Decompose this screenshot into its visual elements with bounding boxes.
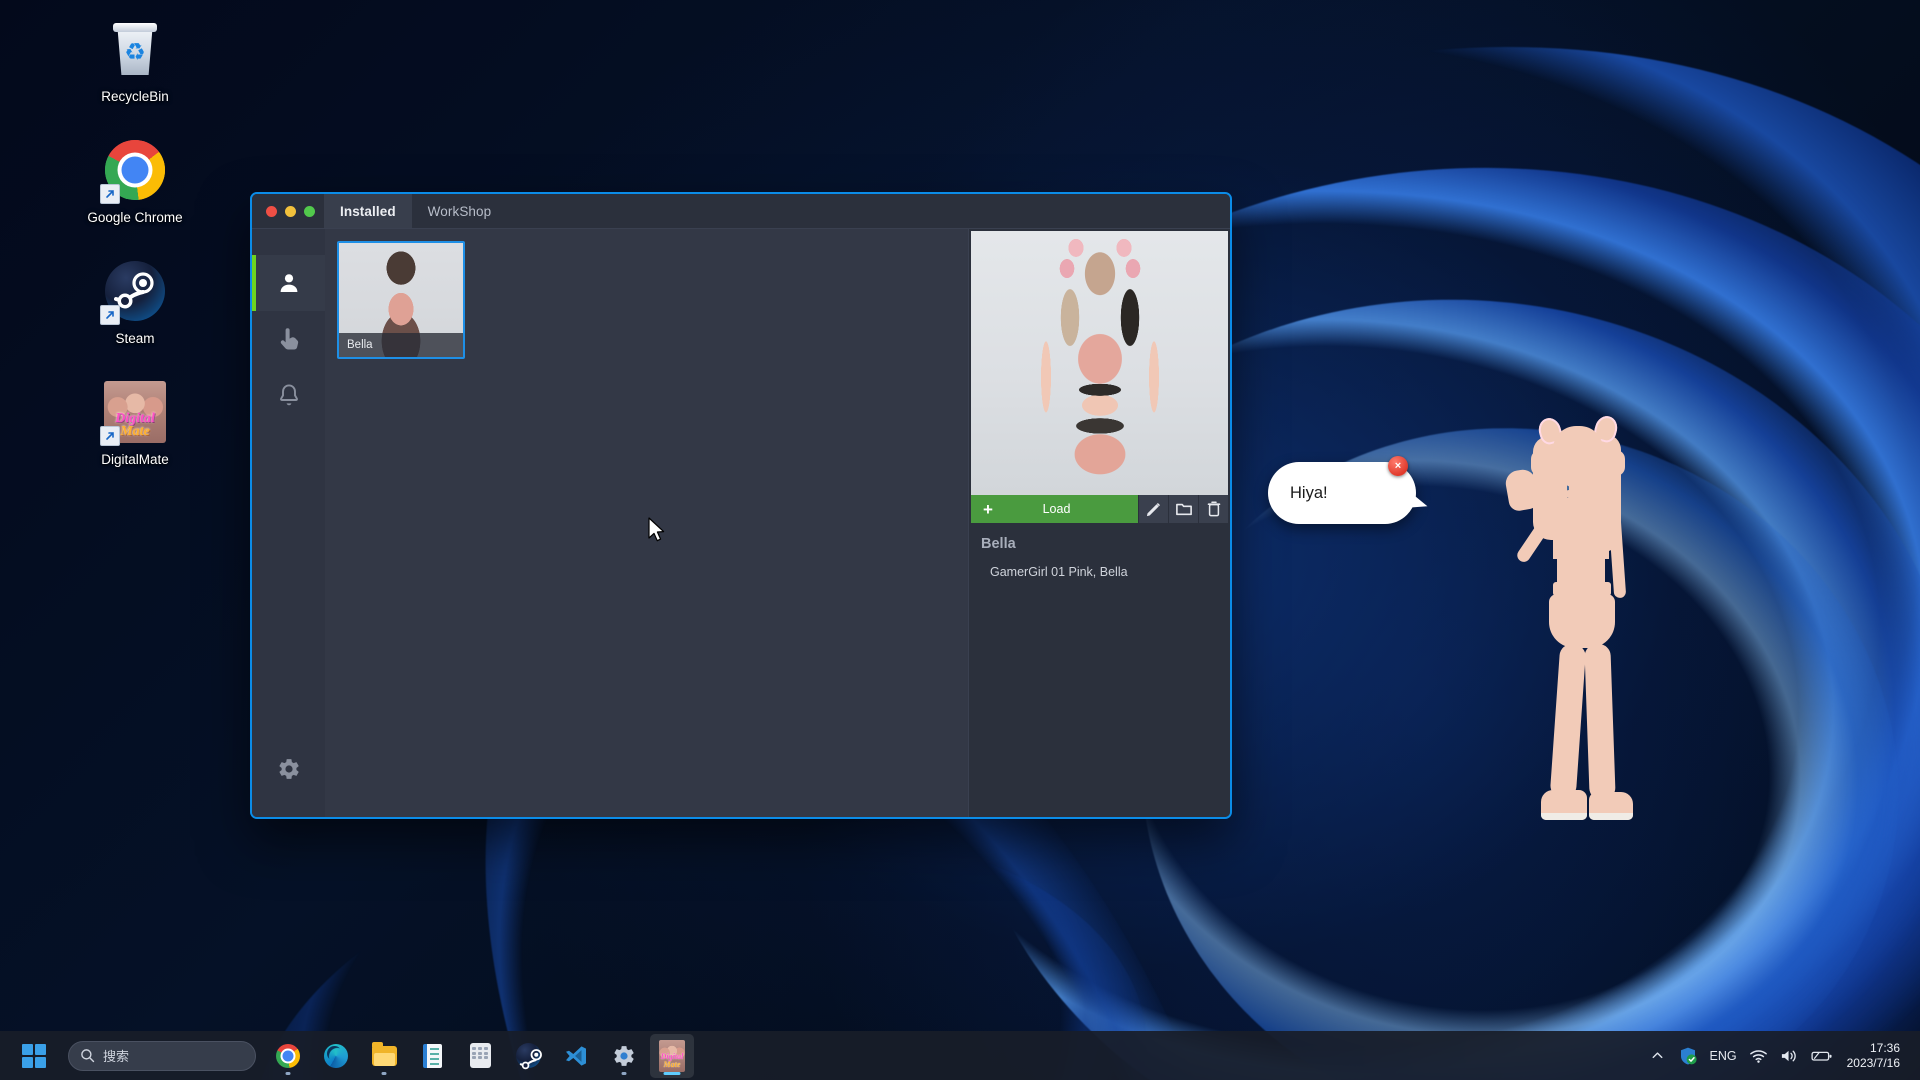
sidebar-item-notifications[interactable] <box>252 367 325 423</box>
taskbar-item-chrome[interactable] <box>266 1034 310 1078</box>
taskbar-item-notepad[interactable] <box>410 1034 454 1078</box>
desktop-icon-label: DigitalMate <box>101 452 169 467</box>
character-card-bella[interactable]: Bella <box>337 241 465 359</box>
tray-defender-shield-icon[interactable] <box>1672 1038 1704 1074</box>
calculator-icon <box>469 1043 491 1068</box>
notepad-icon <box>422 1043 442 1068</box>
sidebar-item-settings[interactable] <box>252 741 325 797</box>
character-card-label: Bella <box>339 333 463 357</box>
tray-battery-icon[interactable] <box>1805 1038 1839 1074</box>
tab-workshop[interactable]: WorkShop <box>412 194 508 228</box>
person-icon <box>280 274 297 292</box>
detail-character-description: GamerGirl 01 Pink, Bella <box>990 565 1128 579</box>
desktop-mascot-character[interactable] <box>1495 412 1675 1052</box>
bell-icon <box>279 383 298 405</box>
tray-language-indicator[interactable]: ENG <box>1704 1038 1743 1074</box>
recycle-bin-icon: ♻ <box>102 16 168 82</box>
windows-logo-icon <box>22 1043 46 1068</box>
taskbar-clock[interactable]: 17:36 2023/7/16 <box>1839 1041 1910 1071</box>
pencil-icon <box>1146 502 1161 516</box>
detail-character-name: Bella <box>981 536 1016 552</box>
start-button[interactable] <box>12 1034 56 1078</box>
desktop-icon-recyclebin[interactable]: ♻ RecycleBin <box>60 10 210 109</box>
gear-icon <box>612 1044 636 1068</box>
trash-icon <box>1207 501 1220 517</box>
minimize-button[interactable] <box>285 205 296 217</box>
tray-chevron-up-icon[interactable] <box>1644 1038 1672 1074</box>
desktop: ♻ RecycleBin Google Chrome Steam Digital… <box>0 0 1920 1080</box>
detail-action-row: + Load <box>971 495 1228 523</box>
shortcut-overlay-icon <box>100 426 120 446</box>
rail-spacer <box>252 423 325 741</box>
installed-grid-pane: Bella <box>325 228 968 817</box>
chrome-icon <box>276 1043 300 1068</box>
edit-character-button[interactable] <box>1138 495 1168 523</box>
taskbar-search-input[interactable]: 搜索 <box>68 1040 256 1071</box>
detail-text-block: Bella GamerGirl 01 Pink, Bella <box>969 523 1230 579</box>
digitalmate-icon: Digital Mate <box>100 379 168 446</box>
close-button[interactable] <box>266 205 277 217</box>
clock-date: 2023/7/16 <box>1846 1055 1900 1070</box>
taskbar-item-edge[interactable] <box>314 1034 358 1078</box>
tray-wifi-icon[interactable] <box>1743 1038 1774 1074</box>
speech-bubble-text: Hiya! <box>1290 483 1328 502</box>
gear-icon <box>278 759 299 779</box>
vscode-icon <box>564 1044 588 1068</box>
folder-icon <box>1175 503 1192 516</box>
maximize-button[interactable] <box>304 205 315 217</box>
taskbar-item-vscode[interactable] <box>554 1034 598 1078</box>
digitalmate-window: Installed WorkShop Bella + Load Bella Ga… <box>250 192 1232 819</box>
taskbar-item-calculator[interactable] <box>458 1034 502 1078</box>
load-button[interactable]: + Load <box>971 495 1138 523</box>
taskbar-item-file-explorer[interactable] <box>362 1034 406 1078</box>
digitalmate-icon: Digital Mate <box>659 1039 685 1072</box>
window-body: Bella + Load Bella GamerGirl 01 Pink, Be… <box>252 228 1230 817</box>
chrome-icon <box>100 137 168 204</box>
desktop-icon-steam[interactable]: Steam <box>60 252 210 351</box>
sidebar-rail <box>252 228 325 817</box>
delete-character-button[interactable] <box>1198 495 1228 523</box>
taskbar-item-digitalmate[interactable]: Digital Mate <box>650 1033 694 1078</box>
taskbar-item-steam[interactable] <box>506 1034 550 1078</box>
steam-icon <box>515 1043 542 1070</box>
sidebar-item-interactions[interactable] <box>252 311 325 367</box>
open-folder-button[interactable] <box>1168 495 1198 523</box>
steam-icon <box>100 258 168 325</box>
character-grid: Bella <box>337 241 956 359</box>
speech-bubble-close-icon[interactable]: × <box>1388 456 1408 476</box>
load-button-label: Load <box>1042 502 1071 516</box>
clock-time: 17:36 <box>1869 1040 1900 1055</box>
taskbar: 搜索 Digital Mate ENG 17:36 2023/7/16 <box>0 1031 1920 1080</box>
window-controls <box>252 194 324 228</box>
tray-speaker-icon[interactable] <box>1774 1038 1805 1074</box>
tab-installed[interactable]: Installed <box>324 194 412 228</box>
character-preview-image <box>971 231 1228 495</box>
desktop-icon-label: RecycleBin <box>101 89 169 104</box>
plus-icon: + <box>983 499 993 519</box>
window-titlebar: Installed WorkShop <box>252 194 1230 228</box>
desktop-icon-digitalmate[interactable]: Digital Mate DigitalMate <box>60 373 210 472</box>
desktop-icon-list: ♻ RecycleBin Google Chrome Steam Digital… <box>60 10 210 472</box>
desktop-icon-google-chrome[interactable]: Google Chrome <box>60 131 210 230</box>
sidebar-item-characters[interactable] <box>252 255 325 311</box>
taskbar-items: 搜索 Digital Mate <box>0 1033 1920 1078</box>
taskbar-search-placeholder: 搜索 <box>103 1049 130 1064</box>
folder-icon <box>371 1041 397 1066</box>
desktop-icon-label: Steam <box>115 331 155 346</box>
edge-icon <box>324 1043 348 1068</box>
system-tray: ENG 17:36 2023/7/16 <box>1644 1031 1920 1080</box>
tab-bar: Installed WorkShop <box>324 194 507 228</box>
shortcut-overlay-icon <box>100 305 120 325</box>
speech-bubble: Hiya! × <box>1268 456 1416 524</box>
detail-pane: + Load Bella GamerGirl 01 Pink, Bella <box>968 228 1230 817</box>
desktop-icon-label: Google Chrome <box>87 210 183 225</box>
hand-touch-icon <box>280 328 298 350</box>
taskbar-item-unity[interactable] <box>602 1034 646 1078</box>
search-icon <box>81 1049 95 1063</box>
shortcut-overlay-icon <box>100 184 120 204</box>
